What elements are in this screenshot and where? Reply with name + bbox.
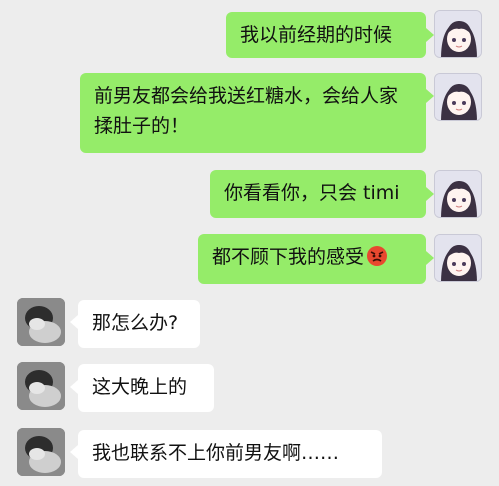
- my-message-bubble[interactable]: 我以前经期的时候: [226, 12, 426, 58]
- bubble-tail: [426, 187, 434, 201]
- my-avatar[interactable]: [434, 10, 482, 58]
- bubble-tail: [70, 445, 78, 459]
- message-text: 前男友都会给我送红糖水，会给人家揉肚子的！: [94, 85, 399, 137]
- message-text: 我以前经期的时候: [240, 24, 393, 46]
- bubble-tail: [70, 380, 78, 394]
- contact-message-bubble[interactable]: 那怎么办?: [78, 300, 200, 348]
- my-message-bubble[interactable]: 前男友都会给我送红糖水，会给人家揉肚子的！: [80, 73, 426, 153]
- anime-girl-avatar-icon: [435, 235, 481, 281]
- contact-message-bubble[interactable]: 这大晚上的: [78, 364, 214, 412]
- message-text: 都不顾下我的感受: [212, 246, 365, 268]
- angry-face-icon: [367, 246, 388, 266]
- message-text: 那怎么办?: [92, 312, 179, 334]
- anime-girl-avatar-icon: [435, 74, 481, 120]
- my-avatar[interactable]: [434, 170, 482, 218]
- contact-avatar[interactable]: [17, 362, 65, 410]
- contact-avatar[interactable]: [17, 428, 65, 476]
- message-text: 我也联系不上你前男友啊……: [92, 442, 340, 464]
- bubble-tail: [426, 28, 434, 42]
- message-text: 你看看你，只会 timi: [224, 182, 400, 204]
- contact-avatar[interactable]: [17, 298, 65, 346]
- my-message-bubble[interactable]: 你看看你，只会 timi: [210, 170, 426, 218]
- bubble-tail: [426, 89, 434, 103]
- contact-message-bubble[interactable]: 我也联系不上你前男友啊……: [78, 430, 382, 478]
- anime-girl-avatar-icon: [435, 171, 481, 217]
- anime-girl-avatar-icon: [435, 11, 481, 57]
- my-avatar[interactable]: [434, 234, 482, 282]
- my-avatar[interactable]: [434, 73, 482, 121]
- dark-photo-avatar-icon: [17, 428, 65, 476]
- bubble-tail: [70, 315, 78, 329]
- my-message-bubble[interactable]: 都不顾下我的感受: [198, 234, 426, 284]
- bubble-tail: [426, 251, 434, 265]
- message-text: 这大晚上的: [92, 376, 188, 398]
- dark-photo-avatar-icon: [17, 362, 65, 410]
- dark-photo-avatar-icon: [17, 298, 65, 346]
